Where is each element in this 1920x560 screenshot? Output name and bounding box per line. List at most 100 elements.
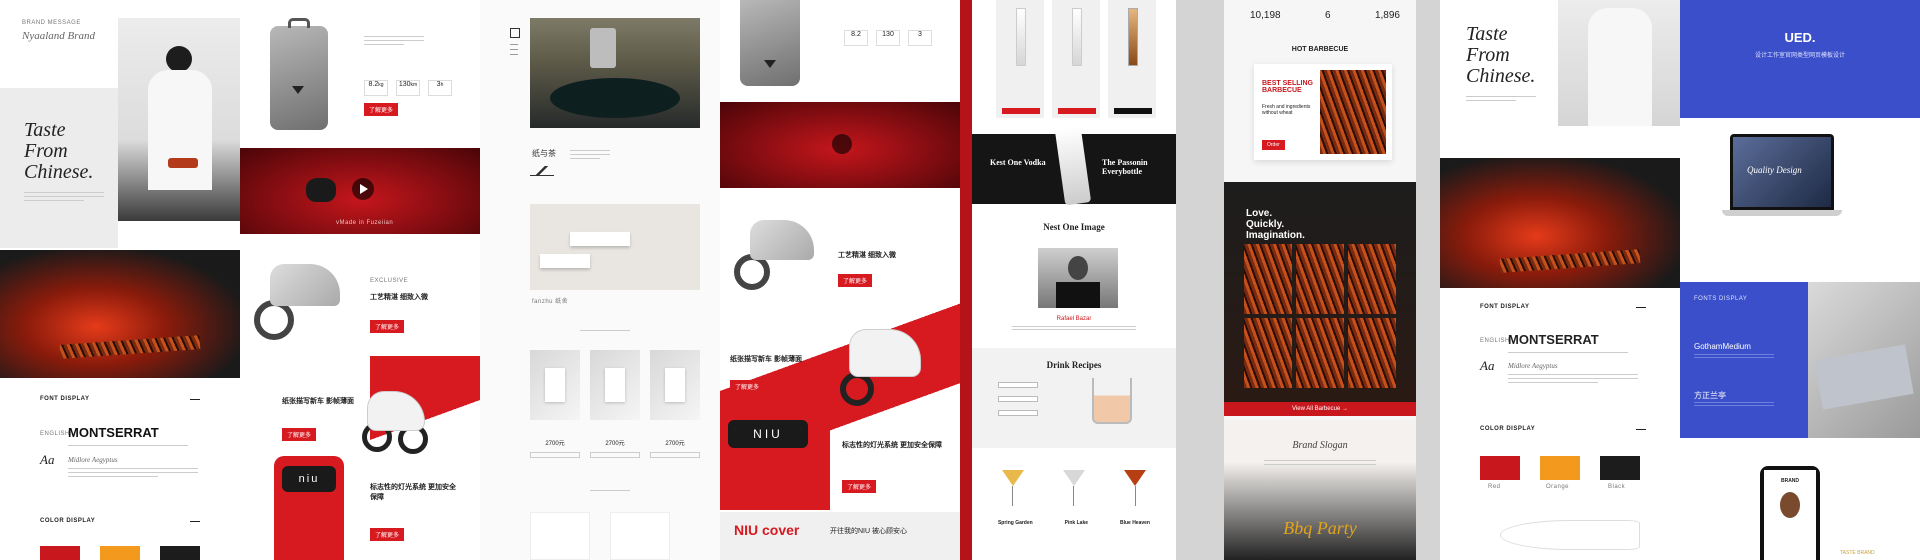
aa-script: Midlore Aegyptus [1508, 362, 1558, 370]
buy-button[interactable] [1114, 108, 1152, 114]
ued-header: UED. 设计工作室官网类型网页模板设计 [1680, 0, 1920, 118]
cocktail-glass-icon [1001, 470, 1024, 510]
video-banner [720, 102, 960, 188]
brand-slogan: Brand Slogan [1292, 440, 1348, 451]
recipe-select[interactable] [998, 396, 1038, 402]
hero-title-line-1: Taste [1466, 23, 1508, 45]
hand-typing-photo [1808, 282, 1920, 438]
phone-tag: TASTE BRAND [1840, 550, 1875, 556]
product-row [530, 350, 700, 420]
white-scooter [830, 310, 940, 410]
spec-value: 8.2 [368, 81, 379, 88]
dash-icon [1636, 307, 1646, 308]
learn-more-button[interactable]: 了解更多 [364, 103, 399, 116]
hero-title-line-2: From [24, 140, 68, 162]
chef-photo [118, 18, 240, 221]
banner-left-text: Kest One Vodka [990, 158, 1046, 167]
section-title: HOT BARBECUE [1291, 46, 1349, 53]
aa-script: Midlore Aegyptus [68, 456, 118, 464]
price-label: 2700元 [545, 441, 565, 447]
cocktail-name: Spring Garden [997, 520, 1033, 526]
panel-restaurant-brand: BRAND MESSAGE Nyaaland Brand Taste From … [0, 0, 240, 560]
vertical-nav [510, 28, 524, 88]
food-card[interactable] [1296, 244, 1344, 314]
font-display-heading: FONT DISPLAY [1480, 304, 1530, 310]
cover-brand: NIU cover [734, 522, 800, 538]
snack-photo [530, 204, 700, 290]
food-card[interactable] [1244, 244, 1292, 314]
best-line-2: BARBECUE [1262, 87, 1302, 94]
buy-button[interactable] [590, 452, 640, 458]
hero-title-block: Taste From Chinese. [0, 88, 118, 248]
buy-button[interactable] [1002, 108, 1040, 114]
quote-name: Rafael Bazar [1056, 316, 1092, 322]
recipe-select[interactable] [998, 410, 1038, 416]
order-button[interactable]: Order [1262, 140, 1285, 150]
section-heading-1: 工艺精湛 细致入微 [370, 294, 428, 301]
scooter-sketch-1 [240, 256, 350, 346]
scooter-sketch [720, 214, 820, 294]
spec-unit: kg [378, 82, 384, 88]
spec-value: 130 [398, 81, 411, 88]
font-name: MONTSERRAT [68, 425, 159, 440]
stat-value: 1,896 [1374, 10, 1400, 21]
section-image-title: Nest One Image [1043, 222, 1105, 232]
swatch-red [40, 546, 80, 560]
tea-title: 纸与茶 [532, 149, 556, 158]
section-heading-3: 标志性的灯光系统 更加安全保障 [842, 442, 942, 449]
mountain-icon [530, 166, 554, 176]
portrait-photo [1038, 248, 1118, 308]
stat-value: 10,198 [1250, 10, 1281, 21]
red-scooter-rear: NIU [720, 410, 830, 510]
learn-more-button[interactable]: 了解更多 [842, 480, 877, 493]
hero-title-line-2: From [1466, 44, 1510, 66]
cocktail-glass-icon [1062, 470, 1085, 510]
ued-brand: UED. [1784, 30, 1816, 45]
swatch-label: Black [1608, 484, 1626, 490]
battery-product [270, 18, 328, 130]
section-eyebrow: EXCLUSIVE [370, 278, 409, 284]
grill-fire-photo [0, 250, 240, 378]
panel-vodka-site: Kest One Vodka The Passonin Everybottle … [972, 0, 1176, 560]
spec-unit: km [410, 82, 418, 88]
white-scooter [352, 372, 438, 456]
hero-title-line-3: Chinese. [24, 161, 94, 183]
learn-more-button[interactable]: 了解更多 [370, 320, 405, 333]
swatch-label: Orange [1546, 484, 1570, 490]
spec-box: 8.2 [844, 30, 868, 46]
brand-script: Nyaaland Brand [22, 30, 96, 42]
buy-button[interactable] [1058, 108, 1096, 114]
price-label: 2700元 [665, 441, 685, 447]
view-all-link[interactable]: View All Barbecue → [1224, 402, 1416, 416]
learn-more-button[interactable]: 了解更多 [730, 380, 765, 393]
learn-more-button[interactable]: 了解更多 [370, 528, 405, 541]
banner-right-text: The Passonin Everybottle [1102, 158, 1148, 176]
hero-title-line-1: Taste [24, 119, 66, 141]
recipe-select[interactable] [998, 382, 1038, 388]
drink-recipes-section: Drink Recipes [972, 348, 1176, 448]
food-card[interactable] [1296, 318, 1344, 388]
play-icon[interactable] [832, 134, 852, 154]
snack-caption: fanzhu 纸舍 [532, 299, 569, 305]
buy-button[interactable] [650, 452, 700, 458]
aa-sample: Aa [1480, 358, 1495, 373]
battery-product [740, 0, 800, 86]
video-banner: vMade in Fuzeiian [240, 148, 480, 234]
cocktail-name: Pink Lake [1064, 520, 1089, 526]
cocktail-name: Blue Heaven [1119, 520, 1150, 526]
swatch-black [1600, 456, 1640, 480]
price-label: 2700元 [605, 441, 625, 447]
love-section: Love. Quickly. Imagination. [1224, 182, 1416, 402]
swatch-orange [1540, 456, 1580, 480]
food-card[interactable] [1348, 318, 1396, 388]
food-card[interactable] [1244, 318, 1292, 388]
panel-scooter-site-a: 8.2kg 130km 3h 了解更多 vMade in Fuzeiian EX… [240, 0, 480, 560]
learn-more-button[interactable]: 了解更多 [282, 428, 317, 441]
spec-unit: h [440, 82, 444, 88]
buy-button[interactable] [530, 452, 580, 458]
play-icon[interactable] [352, 178, 374, 200]
fonts-title: FONTS DISPLAY [1694, 296, 1748, 302]
panel-barbecue-site: 10,198 6 1,896 HOT BARBECUE BEST SELLING… [1224, 0, 1416, 560]
learn-more-button[interactable]: 了解更多 [838, 274, 873, 287]
food-card[interactable] [1348, 244, 1396, 314]
